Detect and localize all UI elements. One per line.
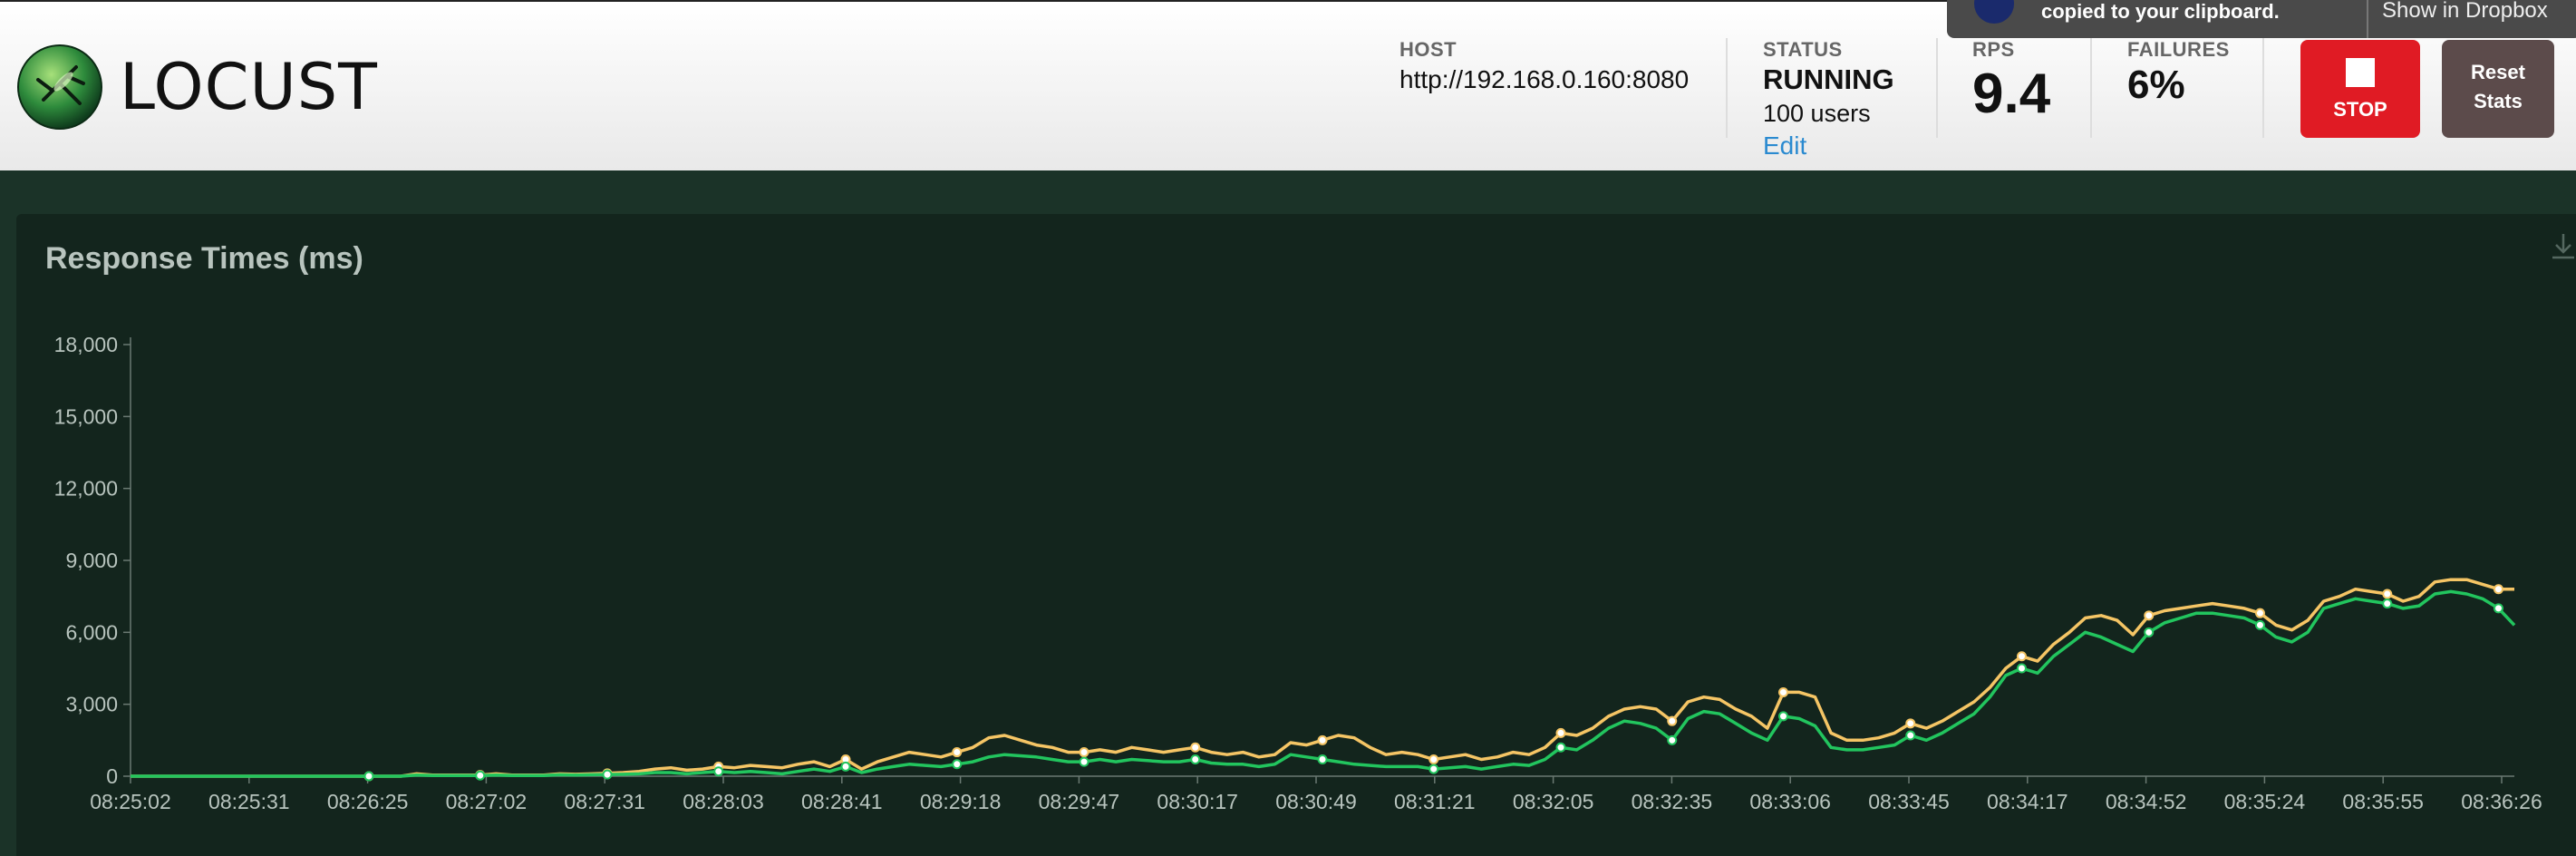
x-tick-label: 08:33:06 (1749, 790, 1831, 813)
top-bar: LOCUST HOST http://192.168.0.160:8080 ST… (0, 0, 2576, 170)
stop-icon (2346, 58, 2375, 87)
host-stat: HOST http://192.168.0.160:8080 (1399, 38, 1689, 94)
response-times-chart: 0 3,000 6,000 9,000 12,000 15,000 18,000 08:25:… (54, 333, 2542, 813)
x-tick-label: 08:29:18 (920, 790, 1002, 813)
x-tick-label: 08:33:45 (1868, 790, 1950, 813)
stop-button[interactable]: STOP (2300, 40, 2420, 138)
status-stat: STATUS RUNNING 100 users Edit (1763, 38, 1894, 160)
show-in-dropbox-link[interactable]: Show in Dropbox (2382, 0, 2548, 24)
stop-label: STOP (2333, 98, 2387, 121)
y-tick-label: 15,000 (54, 404, 118, 428)
users-count: 100 users (1763, 100, 1871, 127)
y-tick-label: 9,000 (65, 549, 118, 572)
dropbox-toast: copied to your clipboard. Show in Dropbo… (1947, 0, 2576, 38)
y-tick-label: 3,000 (65, 693, 118, 716)
edit-users-link[interactable]: Edit (1763, 131, 1894, 160)
series-point-1 (1428, 754, 1439, 764)
status-label: STATUS (1763, 38, 1843, 61)
x-tick-label: 08:34:17 (1987, 790, 2068, 813)
y-tick-label: 6,000 (65, 620, 118, 644)
rps-value: 9.4 (1972, 63, 2051, 125)
brand[interactable]: LOCUST (16, 42, 378, 132)
host-label: HOST (1399, 38, 1457, 61)
dropbox-icon (1974, 0, 2014, 24)
x-tick-label: 08:25:31 (208, 790, 290, 813)
reset-stats-button[interactable]: Reset Stats (2442, 40, 2554, 138)
series-point-2 (2493, 603, 2503, 614)
x-tick-label: 08:27:31 (564, 790, 645, 813)
divider (2090, 38, 2092, 138)
rps-stat: RPS 9.4 (1972, 38, 2050, 123)
divider (1726, 38, 1728, 138)
x-tick-label: 08:26:25 (327, 790, 409, 813)
series-point-2 (2382, 598, 2393, 609)
series-point-1 (1079, 747, 1089, 758)
x-tick-label: 08:27:02 (446, 790, 528, 813)
series-point-2 (1777, 711, 1788, 722)
series-line-1 (131, 578, 2514, 778)
series-point-2 (2016, 663, 2027, 674)
failures-label: FAILURES (2127, 38, 2230, 61)
series-point-1 (2254, 608, 2265, 618)
y-tick-label: 0 (106, 764, 118, 788)
locust-logo-icon (17, 44, 102, 130)
series-point-2 (1428, 764, 1439, 774)
series-point-1 (2144, 610, 2155, 621)
series-point-2 (1555, 742, 1566, 753)
x-tick-label: 08:25:02 (90, 790, 171, 813)
x-tick-label: 08:30:49 (1275, 790, 1357, 813)
failures-stat: FAILURES 6% (2127, 38, 2230, 107)
series-point-1 (1555, 727, 1566, 738)
x-tick-label: 08:36:26 (2461, 790, 2542, 813)
series-point-1 (1667, 715, 1678, 726)
x-tick-label: 08:28:03 (683, 790, 764, 813)
series-point-2 (602, 769, 613, 780)
series-point-1 (1190, 742, 1201, 753)
x-tick-label: 08:35:24 (2224, 790, 2306, 813)
series-point-2 (1190, 754, 1201, 764)
status-value: RUNNING (1763, 63, 1894, 95)
divider (1936, 38, 1938, 138)
series-point-2 (363, 771, 374, 782)
series-point-2 (840, 761, 851, 772)
toast-text: copied to your clipboard. (2041, 0, 2280, 23)
series-point-1 (1777, 686, 1788, 697)
series-point-1 (2016, 651, 2027, 662)
series-point-1 (2382, 588, 2393, 599)
brand-name: LOCUST (120, 50, 378, 124)
series-point-1 (1905, 718, 1916, 729)
response-times-panel: Response Times (ms) 0 3,000 6,000 9,000 12,0… (16, 214, 2576, 856)
divider (2262, 38, 2264, 138)
stats-label: Stats (2474, 90, 2523, 112)
series-point-2 (475, 770, 486, 781)
series-point-2 (1667, 734, 1678, 745)
x-tick-label: 08:32:35 (1632, 790, 1713, 813)
x-tick-label: 08:30:17 (1157, 790, 1238, 813)
reset-label: Reset (2471, 61, 2525, 83)
x-tick-label: 08:35:55 (2342, 790, 2424, 813)
series-point-2 (2144, 627, 2155, 637)
x-tick-label: 08:32:05 (1513, 790, 1594, 813)
series-point-1 (952, 747, 963, 758)
series-point-2 (1317, 754, 1328, 764)
x-tick-label: 08:34:52 (2106, 790, 2187, 813)
failures-value: 6% (2127, 63, 2185, 107)
series-point-2 (2254, 619, 2265, 630)
series-point-2 (952, 759, 963, 770)
x-tick-label: 08:28:41 (801, 790, 883, 813)
y-tick-label: 18,000 (54, 333, 118, 356)
series-point-1 (1317, 734, 1328, 745)
x-tick-label: 08:31:21 (1394, 790, 1476, 813)
series-line-2 (131, 589, 2516, 778)
series-point-2 (1079, 756, 1089, 767)
x-tick-label: 08:29:47 (1039, 790, 1120, 813)
series-point-2 (1905, 730, 1916, 741)
toast-divider (2367, 0, 2368, 38)
series-point-1 (2493, 584, 2503, 595)
rps-label: RPS (1972, 38, 2015, 61)
host-value: http://192.168.0.160:8080 (1399, 65, 1690, 93)
series-point-2 (713, 766, 724, 777)
y-tick-label: 12,000 (54, 477, 118, 501)
